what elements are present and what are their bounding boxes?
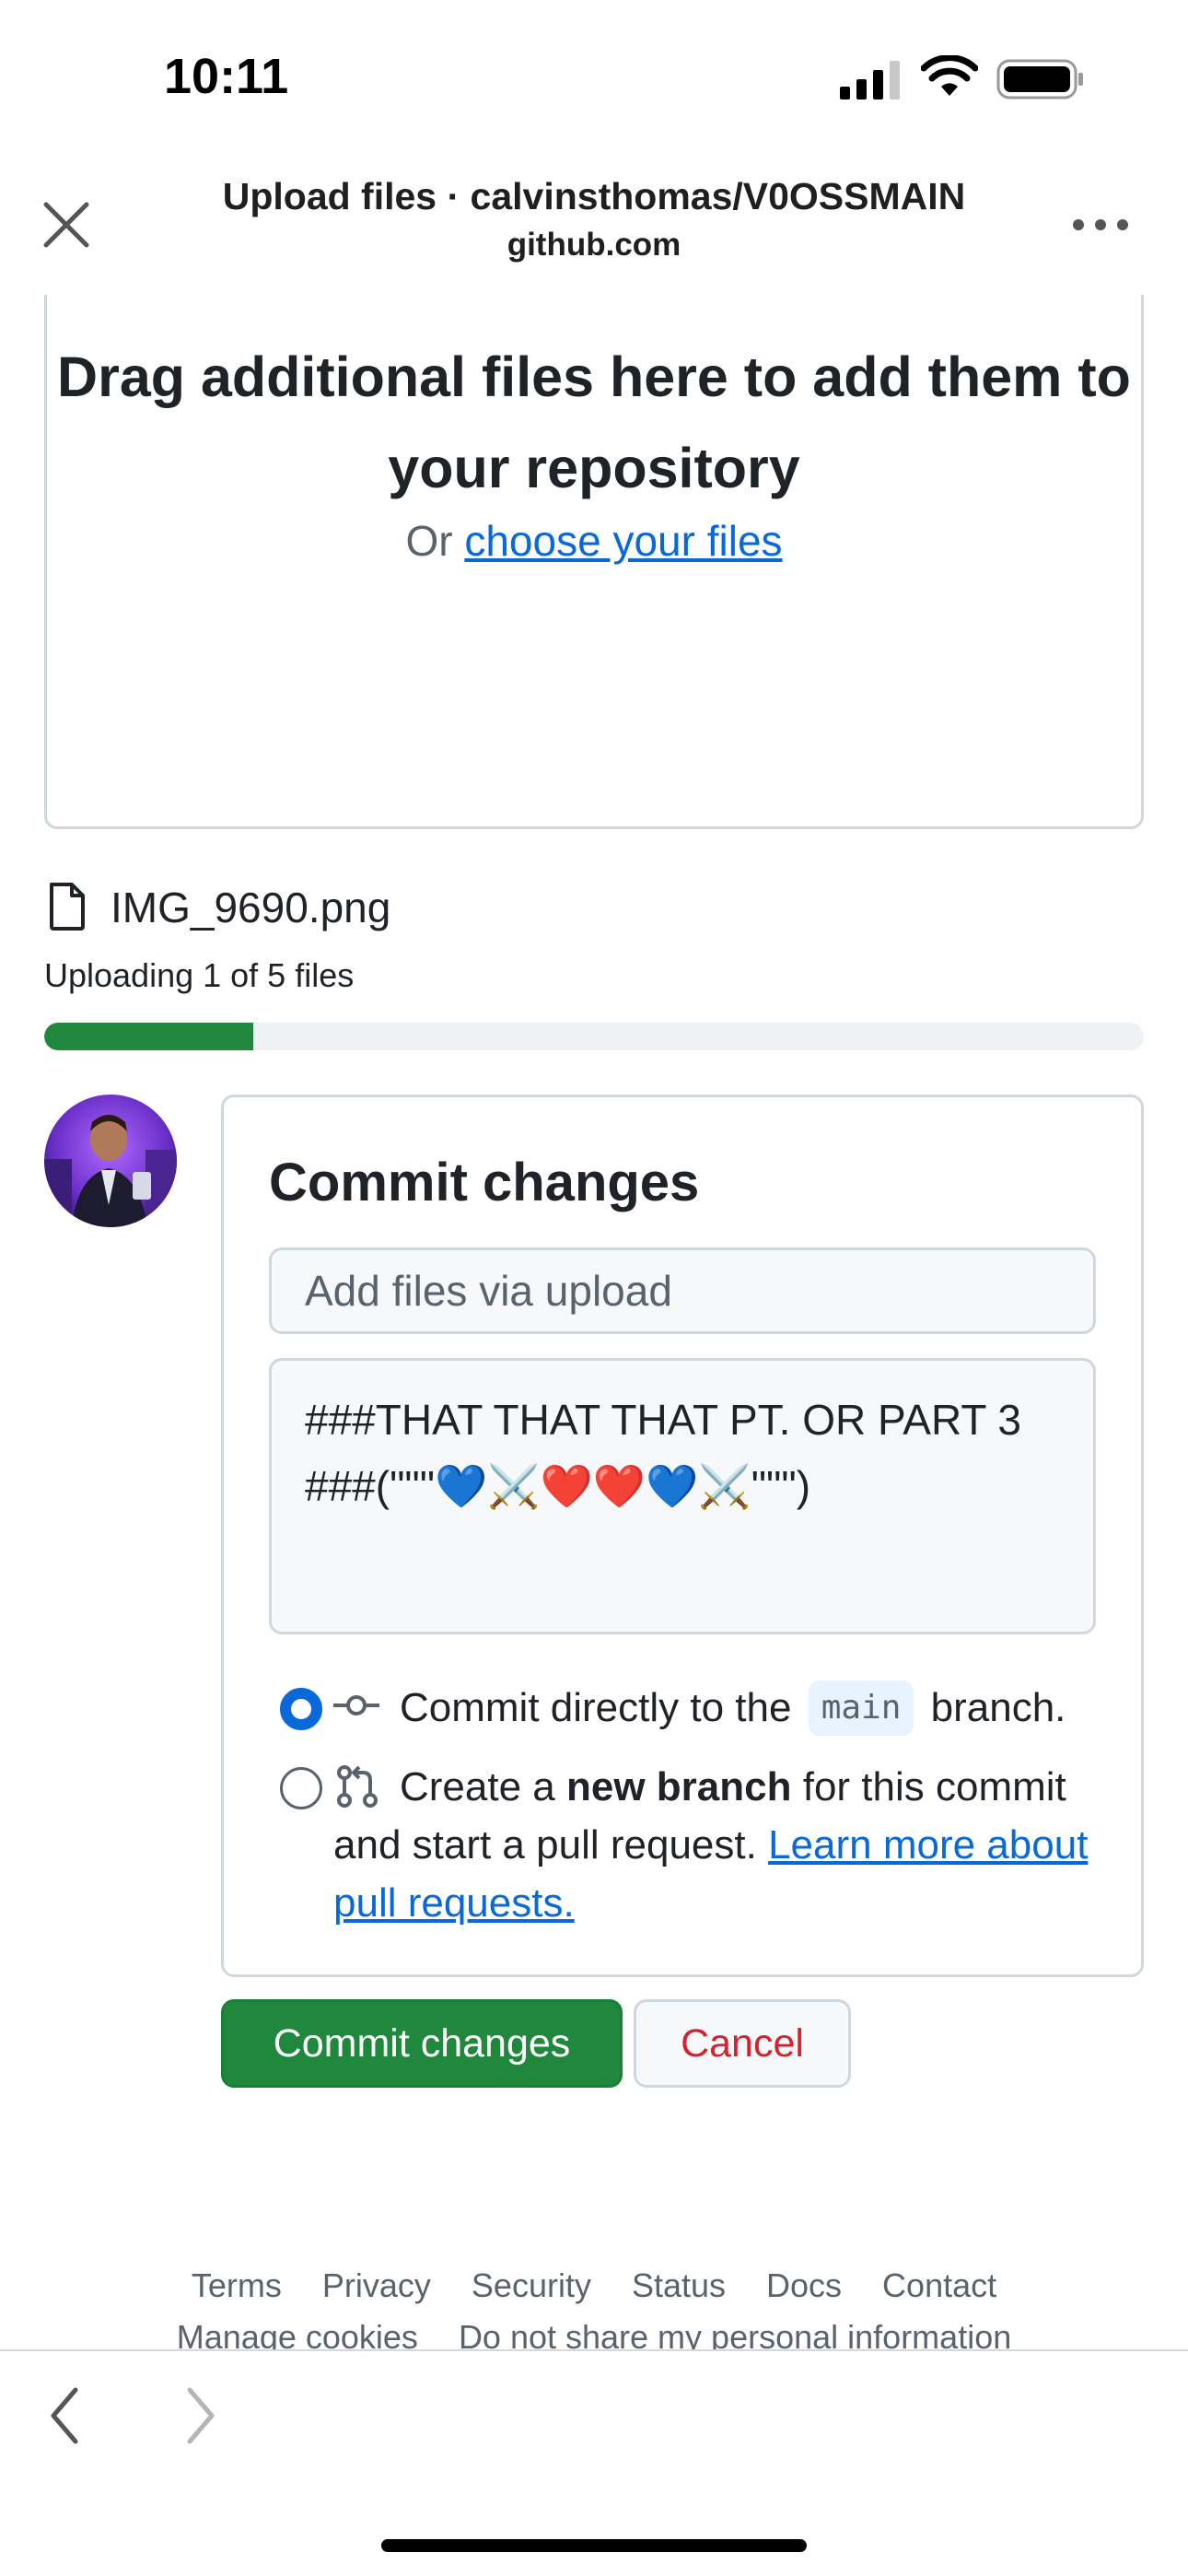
forward-chevron-icon[interactable] <box>184 2386 217 2445</box>
file-icon <box>50 883 85 931</box>
new-branch-prefix: Create a <box>400 1764 555 1809</box>
footer-link-security[interactable]: Security <box>472 2266 591 2304</box>
file-dropzone[interactable]: Drag additional files here to add them t… <box>44 295 1144 829</box>
commit-directly-radio[interactable] <box>280 1688 322 1730</box>
commit-changes-button[interactable]: Commit changes <box>221 1999 623 2088</box>
footer-link-status[interactable]: Status <box>632 2266 726 2304</box>
page-domain: github.com <box>507 227 681 263</box>
commit-summary-input[interactable] <box>269 1247 1096 1334</box>
footer-links: Terms Privacy Security Status Docs Contact <box>0 2266 1188 2305</box>
footer-links-secondary: Manage cookies Do not share my personal i… <box>0 2318 1188 2349</box>
new-branch-radio[interactable] <box>280 1767 322 1809</box>
wifi-icon <box>921 55 978 96</box>
footer-link-terms[interactable]: Terms <box>192 2266 282 2304</box>
status-time: 10:11 <box>164 49 289 104</box>
cellular-signal-icon <box>840 61 900 100</box>
commit-form-title: Commit changes <box>269 1153 700 1212</box>
description-line: ###THAT THAT THAT PT. OR PART 3 <box>305 1396 1021 1444</box>
upload-progress-fill <box>44 1023 253 1050</box>
commit-description-textarea[interactable]: ###THAT THAT THAT PT. OR PART 3 ###("""💙… <box>269 1358 1096 1634</box>
battery-icon <box>996 59 1083 100</box>
home-indicator[interactable] <box>381 2539 807 2552</box>
description-line: ###("""💙⚔️❤️❤️💙⚔️""") <box>305 1462 811 1510</box>
git-commit-icon <box>333 1695 379 1715</box>
commit-directly-option[interactable]: Commit directly to the main branch. <box>400 1680 1066 1736</box>
upload-progress-bar <box>44 1023 1144 1050</box>
commit-directly-prefix: Commit directly to the <box>400 1685 792 1730</box>
page-title: Upload files · calvinsthomas/V0OSSMAIN <box>222 175 966 217</box>
footer-link-contact[interactable]: Contact <box>882 2266 996 2304</box>
dropzone-or-text: Or choose your files <box>47 516 1141 566</box>
status-bar: 10:11 <box>0 0 1188 157</box>
commit-directly-suffix: branch. <box>930 1685 1066 1730</box>
footer-link-manage-cookies[interactable]: Manage cookies <box>177 2318 418 2349</box>
upload-file-name: IMG_9690.png <box>111 884 391 931</box>
dropzone-title: Drag additional files here to add them t… <box>57 345 1131 499</box>
back-chevron-icon[interactable] <box>48 2386 81 2445</box>
choose-files-link[interactable]: choose your files <box>464 517 782 565</box>
footer-link-privacy[interactable]: Privacy <box>322 2266 431 2304</box>
footer-link-docs[interactable]: Docs <box>766 2266 842 2304</box>
more-options-icon[interactable] <box>1070 214 1131 236</box>
upload-status: Uploading 1 of 5 files <box>44 956 355 994</box>
avatar <box>44 1095 177 1227</box>
new-branch-bold: new branch <box>566 1764 792 1809</box>
branch-name-chip: main <box>808 1680 914 1736</box>
footer-link-do-not-share[interactable]: Do not share my personal information <box>459 2318 1011 2349</box>
cancel-button[interactable]: Cancel <box>634 1999 851 2088</box>
or-label: Or <box>405 517 453 565</box>
new-branch-option[interactable]: Create a new branch for this commit and … <box>333 1758 1098 1932</box>
